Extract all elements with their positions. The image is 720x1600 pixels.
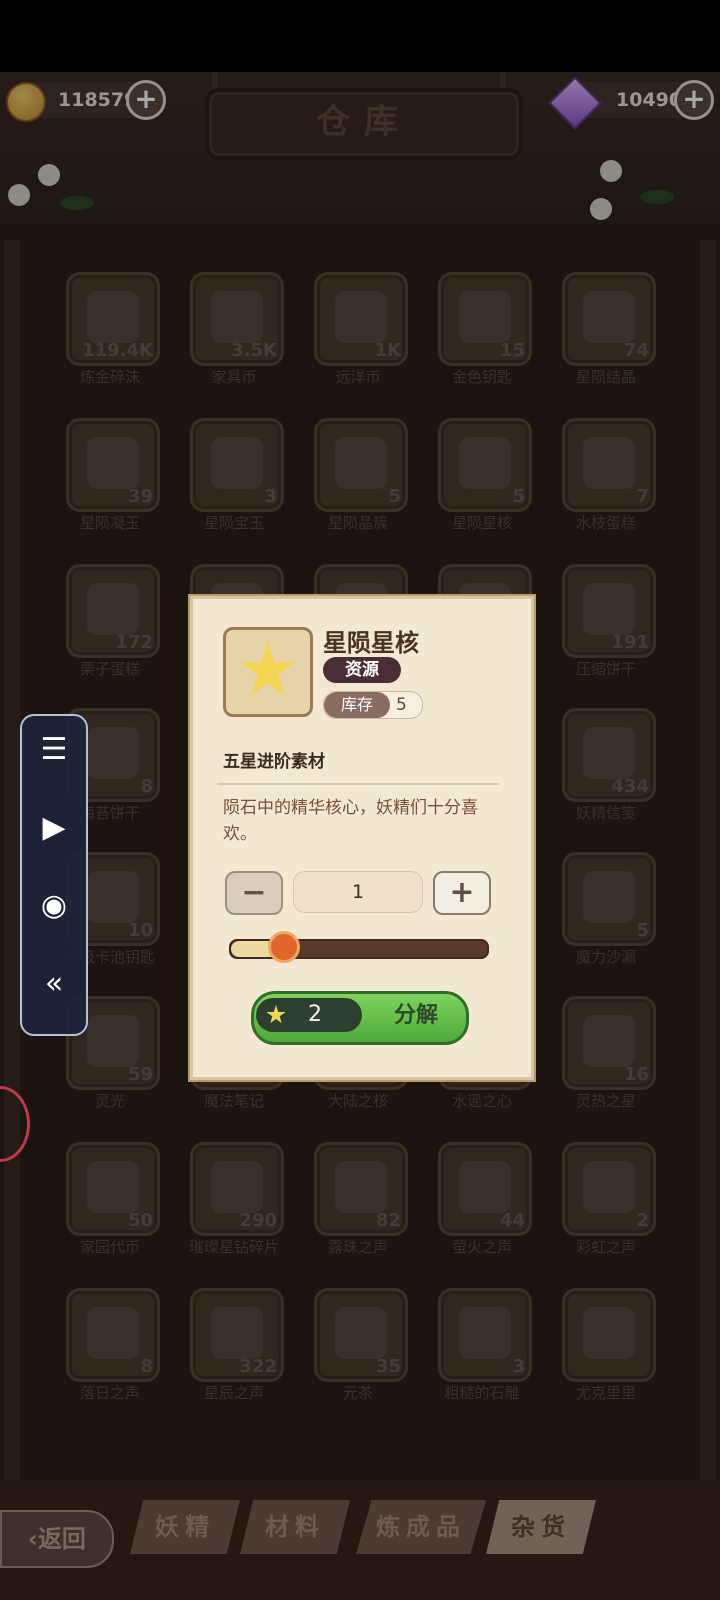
cost-value: 2 <box>308 1002 322 1027</box>
item-icon-frame <box>223 627 313 717</box>
record-icon[interactable]: ◉ <box>34 886 74 926</box>
decrease-quantity-button[interactable]: − <box>225 871 283 915</box>
back-button[interactable]: ‹返回 <box>0 1510 114 1568</box>
stock-label: 库存 <box>324 692 390 718</box>
item-name: 星陨星核 <box>323 629 419 657</box>
cost-pill: 2 <box>256 998 362 1032</box>
collapse-icon[interactable]: « <box>34 964 74 1004</box>
play-icon[interactable]: ▶ <box>34 808 74 848</box>
star-core-icon <box>241 642 295 695</box>
item-subtitle: 五星进阶素材 <box>223 752 325 772</box>
stock-value: 5 <box>396 695 407 715</box>
item-type-badge: 资源 <box>323 657 401 683</box>
list-icon[interactable]: ☰ <box>34 730 74 770</box>
tab-materials[interactable]: 材料 <box>240 1500 350 1554</box>
tab-crafted[interactable]: 炼成品 <box>356 1500 486 1554</box>
item-description: 陨石中的精华核心，妖精们十分喜欢。 <box>223 798 478 844</box>
tab-fairies[interactable]: 妖精 <box>130 1500 240 1554</box>
increase-quantity-button[interactable]: + <box>433 871 491 915</box>
slider-knob[interactable] <box>268 931 301 963</box>
tab-misc[interactable]: 杂货 <box>486 1500 596 1554</box>
status-bar-area <box>0 0 720 72</box>
star-core-icon <box>266 1005 286 1024</box>
stock-badge: 库存 5 <box>323 691 423 719</box>
divider <box>217 783 499 785</box>
quantity-input[interactable]: 1 <box>293 871 423 913</box>
item-detail-dialog: 星陨星核 资源 库存 5 五星进阶素材 陨石中的精华核心，妖精们十分喜欢。 − … <box>190 596 534 1080</box>
floating-side-menu: ☰ ▶ ◉ « <box>20 714 88 1036</box>
decompose-label: 分解 <box>394 1003 439 1028</box>
decompose-button[interactable]: 2 分解 <box>251 991 469 1045</box>
